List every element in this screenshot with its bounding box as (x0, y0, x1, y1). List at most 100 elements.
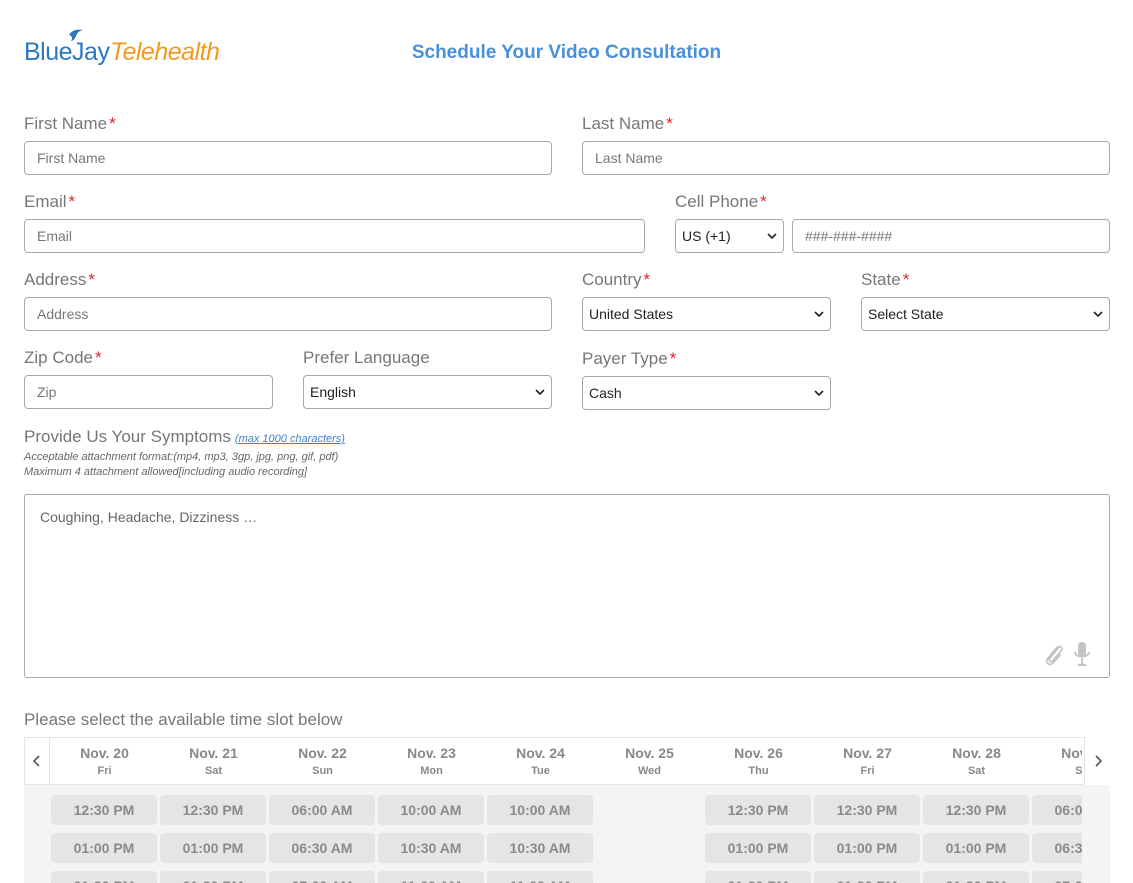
day-weekday: Sat (204, 765, 223, 777)
page-title: Schedule Your Video Consultation (411, 42, 722, 63)
day-column: Nov. 23 Mon 10:00 AM 10:30 AM 11:00 AM (378, 737, 485, 883)
language-select[interactable]: English (303, 375, 552, 409)
day-weekday: Mon (420, 765, 443, 777)
time-slot-button[interactable]: 07:00 AM (1032, 871, 1082, 883)
day-column: Nov. 27 Fri 12:30 PM 01:00 PM 01:30 PM (814, 737, 921, 883)
email-label: Email * (24, 192, 76, 211)
time-slot-button[interactable]: 01:00 PM (814, 833, 920, 863)
chevron-down-icon (814, 390, 824, 397)
day-date: Nov. 22 (298, 745, 347, 761)
day-weekday: Wed (637, 765, 662, 777)
time-slot-button[interactable]: 12:30 PM (923, 795, 1029, 825)
last-name-input[interactable] (582, 141, 1110, 175)
day-column: Nov. 24 Tue 10:00 AM 10:30 AM 11:00 AM (487, 737, 594, 883)
last-name-label: Last Name * (582, 114, 673, 133)
chevron-down-icon (767, 233, 777, 240)
previous-days-button[interactable] (24, 737, 50, 785)
cell-phone-label: Cell Phone * (675, 192, 767, 211)
time-slot-button[interactable]: 01:00 PM (160, 833, 266, 863)
time-slot-button[interactable]: 01:30 PM (923, 871, 1029, 883)
next-days-button[interactable] (1084, 737, 1110, 785)
language-label: Prefer Language (303, 348, 430, 367)
country-value: United States (589, 306, 674, 322)
time-slot-button[interactable]: 01:00 PM (923, 833, 1029, 863)
time-slot-button[interactable]: 12:30 PM (814, 795, 920, 825)
time-slot-button[interactable]: 12:30 PM (705, 795, 811, 825)
time-slot-button[interactable]: 01:30 PM (814, 871, 920, 883)
state-value: Select State (868, 306, 944, 322)
payer-type-value: Cash (589, 385, 622, 401)
payer-type-label: Payer Type * (582, 349, 677, 368)
day-column: Nov. 26 Thu 12:30 PM 01:00 PM 01:30 PM (705, 737, 812, 883)
day-date: Nov. 28 (952, 745, 1001, 761)
zip-label: Zip Code * (24, 348, 102, 367)
language-value: English (310, 384, 356, 400)
symptoms-placeholder: Coughing, Headache, Dizziness … (40, 509, 258, 525)
symptoms-label: Provide Us Your Symptoms (max 1000 charac… (24, 427, 345, 446)
country-code-select[interactable]: US (+1) (675, 219, 784, 253)
day-weekday: Thu (748, 765, 769, 777)
max-characters-link[interactable]: (max 1000 characters) (235, 433, 345, 445)
day-column: Nov. 21 Sat 12:30 PM 01:00 PM 01:30 PM (160, 737, 267, 883)
day-column: Nov. 20 Fri 12:30 PM 01:00 PM 01:30 PM (51, 737, 158, 883)
address-input[interactable] (24, 297, 552, 331)
chevron-down-icon (1093, 311, 1103, 318)
phone-input[interactable] (792, 219, 1110, 253)
chevron-left-icon (32, 755, 40, 767)
time-slot-button[interactable]: 12:30 PM (51, 795, 157, 825)
chevron-right-icon (1094, 755, 1102, 767)
attachment-limit-note: Maximum 4 attachment allowed[including a… (24, 466, 308, 478)
day-weekday: Sun (312, 765, 333, 777)
time-slot-button[interactable]: 01:30 PM (160, 871, 266, 883)
day-date: Nov. 25 (625, 745, 674, 761)
day-column: Nov. 29 Sun 06:00 AM 06:30 AM 07:00 AM (1032, 737, 1082, 883)
payer-type-select[interactable]: Cash (582, 376, 831, 410)
time-slot-title: Please select the available time slot be… (24, 710, 343, 729)
day-date: Nov. 27 (843, 745, 892, 761)
day-column: Nov. 28 Sat 12:30 PM 01:00 PM 01:30 PM (923, 737, 1030, 883)
chevron-down-icon (535, 389, 545, 396)
time-slot-button[interactable]: 10:30 AM (378, 833, 484, 863)
state-label: State * (861, 270, 910, 289)
time-slot-button[interactable]: 10:00 AM (487, 795, 593, 825)
day-date: Nov. 29 (1061, 745, 1082, 761)
first-name-label: First Name * (24, 114, 116, 133)
attachment-format-note: Acceptable attachment format:(mp4, mp3, … (24, 451, 339, 463)
time-slot-button[interactable]: 06:00 AM (269, 795, 375, 825)
time-slot-button[interactable]: 01:00 PM (705, 833, 811, 863)
microphone-icon[interactable] (1073, 641, 1091, 667)
country-select[interactable]: United States (582, 297, 831, 331)
time-slot-button[interactable]: 07:00 AM (269, 871, 375, 883)
time-slot-button[interactable]: 01:30 PM (705, 871, 811, 883)
time-slot-button[interactable]: 06:30 AM (1032, 833, 1082, 863)
address-label: Address * (24, 270, 95, 289)
email-input[interactable] (24, 219, 645, 253)
header: BlueJay Telehealth Schedule Your Video C… (0, 0, 1133, 100)
time-slot-button[interactable]: 10:30 AM (487, 833, 593, 863)
days-viewport: Nov. 20Fri12:30 PM01:00 PM01:30 PMNov. 2… (51, 737, 1082, 883)
day-date: Nov. 20 (80, 745, 129, 761)
time-slot-button[interactable]: 10:00 AM (378, 795, 484, 825)
state-select[interactable]: Select State (861, 297, 1110, 331)
day-column: Nov. 22 Sun 06:00 AM 06:30 AM 07:00 AM (269, 737, 376, 883)
day-date: Nov. 26 (734, 745, 783, 761)
time-slot-button[interactable]: 01:30 PM (51, 871, 157, 883)
symptoms-textarea[interactable]: Coughing, Headache, Dizziness … (24, 494, 1110, 678)
day-date: Nov. 23 (407, 745, 456, 761)
time-slot-picker: Nov. 20Fri12:30 PM01:00 PM01:30 PMNov. 2… (24, 737, 1110, 883)
day-weekday: Sun (1075, 765, 1082, 777)
first-name-input[interactable] (24, 141, 552, 175)
time-slot-button[interactable]: 12:30 PM (160, 795, 266, 825)
time-slot-button[interactable]: 06:00 AM (1032, 795, 1082, 825)
zip-input[interactable] (24, 375, 273, 409)
time-slot-button[interactable]: 11:00 AM (378, 871, 484, 883)
time-slot-button[interactable]: 06:30 AM (269, 833, 375, 863)
country-code-value: US (+1) (682, 228, 731, 244)
day-weekday: Fri (860, 765, 875, 777)
time-slot-button[interactable]: 11:00 AM (487, 871, 593, 883)
day-date: Nov. 24 (516, 745, 565, 761)
day-weekday: Tue (531, 765, 550, 777)
paperclip-icon[interactable] (1043, 641, 1065, 667)
day-column: Nov. 25 Wed (596, 737, 703, 883)
time-slot-button[interactable]: 01:00 PM (51, 833, 157, 863)
